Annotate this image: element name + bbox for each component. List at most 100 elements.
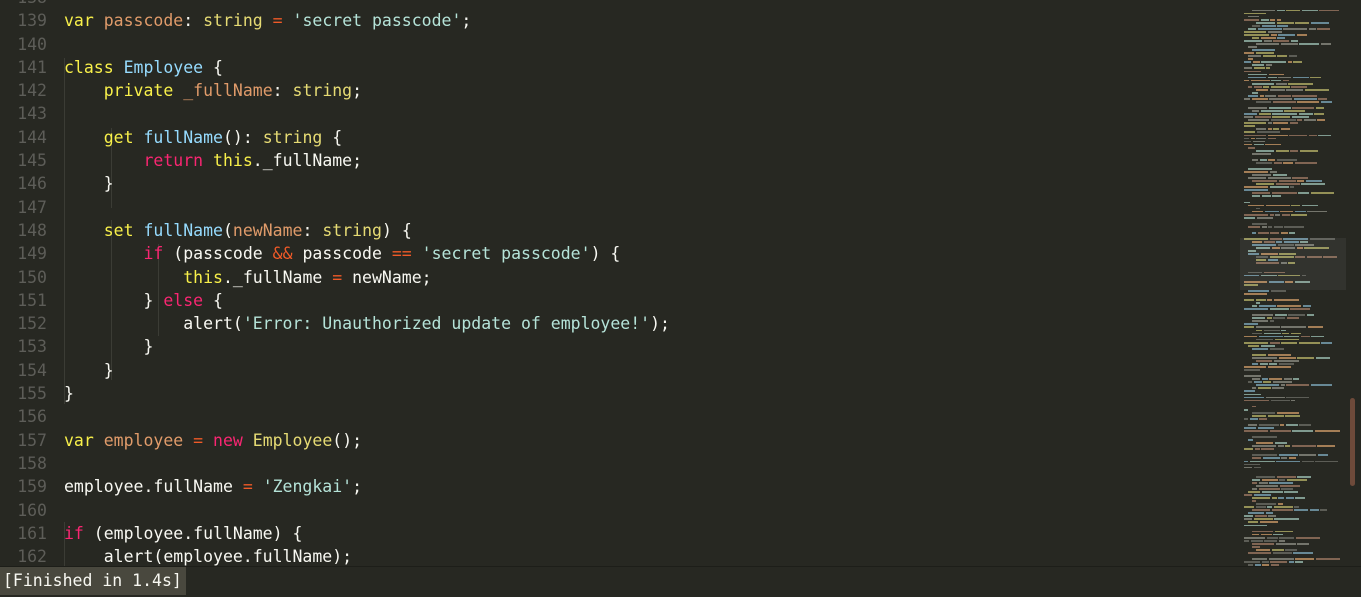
code-token: return	[143, 151, 204, 171]
line-content: var employee = new Employee();	[47, 429, 362, 452]
code-line[interactable]: 156	[0, 405, 1240, 428]
code-token: Employee	[123, 57, 204, 77]
line-content: set fullName(newName: string) {	[47, 219, 412, 242]
code-token: fullName	[143, 127, 223, 147]
code-token: =	[193, 430, 204, 450]
code-line[interactable]: 138	[0, 0, 1240, 9]
code-line[interactable]: 146 }	[0, 172, 1240, 195]
code-token: }	[64, 337, 154, 357]
code-line[interactable]: 157 var employee = new Employee();	[0, 429, 1240, 452]
code-token: (employee.fullName) {	[83, 523, 303, 543]
code-token: string	[203, 11, 263, 31]
code-line[interactable]: 141 class Employee {	[0, 56, 1240, 79]
line-number: 146	[17, 174, 47, 194]
code-line[interactable]: 154 }	[0, 359, 1240, 382]
code-line[interactable]: 143	[0, 102, 1240, 125]
code-token: this	[213, 151, 253, 171]
code-token: passcode	[292, 244, 392, 264]
line-content: get fullName(): string {	[47, 126, 342, 149]
build-output-panel: [Finished in 1.4s]	[0, 566, 1361, 597]
line-content: alert(employee.fullName);	[47, 545, 352, 566]
code-line[interactable]: 151 } else {	[0, 289, 1240, 312]
code-token: ;	[352, 477, 363, 497]
code-line[interactable]: 155}	[0, 382, 1240, 405]
code-token: else	[163, 290, 204, 310]
code-line[interactable]: 142 private _fullName: string;	[0, 79, 1240, 102]
line-number: 139	[17, 11, 47, 31]
code-token: employee	[103, 430, 184, 450]
code-editor-area[interactable]: 138 139 var passcode: string = 'secret pas…	[0, 0, 1240, 566]
code-token: passcode	[103, 11, 184, 31]
code-line[interactable]: 139 var passcode: string = 'secret passco…	[0, 9, 1240, 32]
line-number: 144	[17, 127, 47, 147]
line-number: 152	[17, 314, 47, 334]
code-token: alert(	[64, 314, 243, 334]
code-line[interactable]: 140	[0, 33, 1240, 56]
code-token: var	[64, 11, 94, 31]
code-line[interactable]: 145 return this._fullName;	[0, 149, 1240, 172]
line-content: if (employee.fullName) {	[47, 522, 302, 545]
vertical-scrollbar-thumb[interactable]	[1350, 398, 1355, 486]
code-token: get	[103, 127, 134, 147]
code-line[interactable]: 160	[0, 499, 1240, 522]
code-token: newName;	[342, 267, 432, 287]
code-token: var	[64, 430, 94, 450]
line-number: 150	[17, 267, 47, 287]
code-line[interactable]: 149 if (passcode && passcode == 'secret …	[0, 242, 1240, 265]
line-content: }	[47, 172, 114, 195]
minimap[interactable]	[1240, 0, 1346, 566]
code-token: }	[64, 174, 114, 194]
code-token: employee.fullName	[64, 477, 243, 497]
line-content: return this._fullName;	[47, 149, 362, 172]
line-number: 160	[17, 500, 47, 520]
line-content: }	[47, 335, 153, 358]
code-token: 'Error: Unauthorized update of employee!…	[242, 314, 651, 334]
code-token: this	[183, 267, 223, 287]
code-token: :	[272, 81, 293, 101]
code-token: {	[203, 57, 223, 77]
line-content: this._fullName = newName;	[47, 266, 432, 289]
code-line[interactable]: 153 }	[0, 335, 1240, 358]
code-token: }	[64, 290, 164, 310]
code-line[interactable]: 150 this._fullName = newName;	[0, 266, 1240, 289]
code-token: (	[222, 220, 233, 240]
line-number: 156	[17, 407, 47, 427]
code-token: string	[262, 127, 323, 147]
code-lines: 138 139 var passcode: string = 'secret pas…	[0, 0, 1240, 566]
line-number: 151	[17, 290, 47, 310]
code-line[interactable]: 158	[0, 452, 1240, 475]
line-number: 157	[17, 430, 47, 450]
code-token: ._fullName;	[252, 151, 363, 171]
code-line[interactable]: 152 alert('Error: Unauthorized update of…	[0, 312, 1240, 335]
code-token: }	[64, 384, 74, 404]
code-token: &&	[272, 244, 293, 264]
code-token: class	[64, 57, 114, 77]
code-token: 'secret passcode'	[421, 244, 591, 264]
line-number: 158	[17, 453, 47, 473]
code-line[interactable]: 144 get fullName(): string {	[0, 126, 1240, 149]
code-line[interactable]: 159 employee.fullName = 'Zengkai';	[0, 475, 1240, 498]
line-number: 153	[17, 337, 47, 357]
line-number: 148	[17, 220, 47, 240]
line-content: alert('Error: Unauthorized update of emp…	[47, 312, 670, 335]
code-token: (passcode	[163, 244, 273, 264]
code-token: private	[103, 81, 174, 101]
code-token: newName	[232, 220, 303, 240]
line-number: 159	[17, 477, 47, 497]
code-line[interactable]: 148 set fullName(newName: string) {	[0, 219, 1240, 242]
code-line[interactable]: 161 if (employee.fullName) {	[0, 522, 1240, 545]
code-token: {	[322, 127, 343, 147]
code-line[interactable]: 147	[0, 196, 1240, 219]
line-content: if (passcode && passcode == 'secret pass…	[47, 242, 620, 265]
code-line[interactable]: 162 alert(employee.fullName);	[0, 545, 1240, 566]
